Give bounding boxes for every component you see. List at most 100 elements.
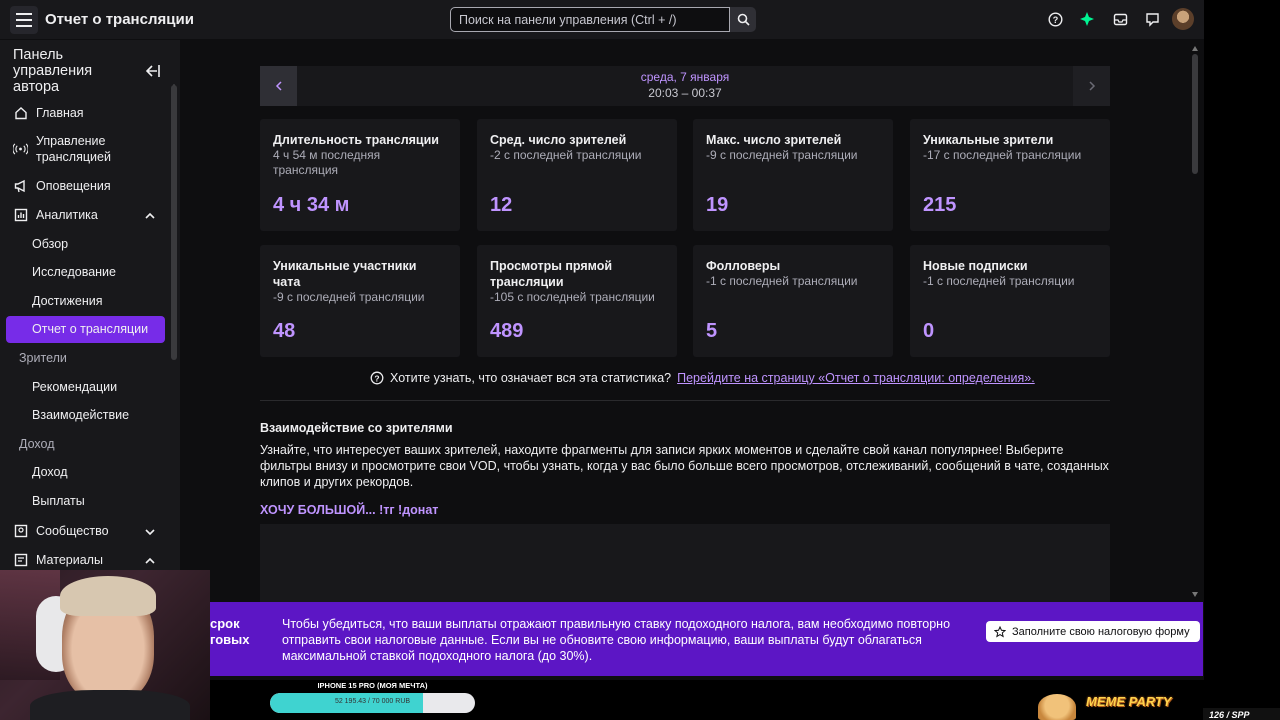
sidebar-item-label: Аналитика bbox=[36, 207, 98, 222]
stat-value: 4 ч 34 м bbox=[273, 194, 350, 216]
broadcast-icon bbox=[13, 141, 28, 156]
stream-time-range: 20:03 – 00:37 bbox=[648, 86, 722, 100]
sidebar-item-home[interactable]: Главная bbox=[13, 105, 84, 120]
stat-value: 48 bbox=[273, 320, 296, 342]
stat-title: Просмотры прямой трансляции bbox=[490, 259, 613, 289]
donation-goal-title: IPHONE 15 PRO (МОЯ МЕЧТА) bbox=[317, 681, 428, 690]
engagement-title: Взаимодействие со зрителями bbox=[260, 421, 453, 435]
inbox-icon[interactable] bbox=[1111, 10, 1129, 28]
chevron-down-icon[interactable] bbox=[145, 527, 155, 537]
sidebar-item-label: Главная bbox=[36, 105, 84, 120]
sidebar-item-label: Сообщество bbox=[36, 523, 109, 538]
sidebar-item-content[interactable]: Материалы bbox=[13, 552, 103, 567]
sidebar-item-label: Управление трансляцией bbox=[36, 134, 111, 164]
whispers-icon[interactable] bbox=[1143, 10, 1161, 28]
sidebar-item-recommendations[interactable]: Рекомендации bbox=[32, 380, 117, 394]
search-icon bbox=[737, 13, 750, 26]
sidebar-item-achievements[interactable]: Достижения bbox=[32, 294, 102, 308]
chevron-right-icon bbox=[1088, 81, 1095, 91]
star-icon bbox=[994, 625, 1006, 638]
banner-heading: срок говых bbox=[210, 616, 250, 647]
stat-title: Макс. число зрителей bbox=[706, 133, 842, 147]
stat-card-duration: Длительность трансляции 4 ч 54 м последн… bbox=[260, 119, 460, 231]
streamer-hair bbox=[60, 576, 156, 616]
scroll-up-arrow[interactable] bbox=[1192, 46, 1198, 51]
chevron-up-icon[interactable] bbox=[145, 556, 155, 566]
svg-text:?: ? bbox=[1052, 15, 1058, 25]
sidebar-scrollbar[interactable] bbox=[171, 85, 177, 360]
stat-title: Длительность трансляции bbox=[273, 133, 439, 147]
chevron-up-icon[interactable] bbox=[145, 211, 155, 221]
stream-date: среда, 7 января bbox=[640, 70, 730, 84]
bits-icon[interactable] bbox=[1078, 10, 1096, 28]
sidebar-item-explore[interactable]: Исследование bbox=[32, 265, 116, 279]
sidebar-item-revenue[interactable]: Доход bbox=[32, 465, 68, 479]
sidebar-title: Панель управления автора bbox=[13, 47, 93, 95]
sidebar-item-overview[interactable]: Обзор bbox=[32, 237, 68, 251]
sidebar-item-label: Материалы bbox=[36, 552, 103, 567]
megaphone-icon bbox=[13, 178, 28, 193]
stat-value: 19 bbox=[706, 194, 729, 216]
stat-change: -9 с последней трансляции bbox=[273, 290, 425, 304]
stat-value: 5 bbox=[706, 320, 718, 342]
help-question: Хотите узнать, что означает вся эта стат… bbox=[390, 371, 672, 385]
sidebar-item-engagement[interactable]: Взаимодействие bbox=[32, 408, 129, 422]
next-stream-button[interactable] bbox=[1073, 66, 1110, 106]
sidebar-item-stream-summary[interactable]: Отчет о трансляции bbox=[32, 322, 148, 336]
sidebar-item-payouts[interactable]: Выплаты bbox=[32, 494, 85, 508]
avatar[interactable] bbox=[1172, 8, 1194, 30]
stat-title: Уникальные участники чата bbox=[273, 259, 417, 289]
sidebar-group-income: Доход bbox=[19, 437, 55, 451]
sidebar-item-community[interactable]: Сообщество bbox=[13, 523, 109, 538]
banner-text: Чтобы убедиться, что ваши выплаты отража… bbox=[282, 617, 951, 663]
stat-card-new-subs: Новые подписки -1 с последней трансляции… bbox=[910, 245, 1110, 357]
vod-timeline-panel bbox=[260, 524, 1110, 604]
streamer-body bbox=[30, 690, 190, 720]
collapse-sidebar-icon[interactable] bbox=[145, 64, 160, 82]
stat-change: 4 ч 54 м последняя трансляция bbox=[273, 148, 381, 177]
top-bar: Отчет о трансляции ? bbox=[0, 0, 1204, 40]
stat-change: -17 с последней трансляции bbox=[923, 148, 1082, 162]
search-button[interactable] bbox=[730, 7, 756, 32]
stat-title: Фолловеры bbox=[706, 259, 781, 273]
vod-title-link[interactable]: ХОЧУ БОЛЬШОЙ... !тг !донат bbox=[260, 503, 438, 517]
sidebar-item-stream-manager[interactable]: Управление трансляцией bbox=[13, 133, 136, 165]
stat-card-unique-viewers: Уникальные зрители -17 с последней транс… bbox=[910, 119, 1110, 231]
sidebar-group-viewers: Зрители bbox=[19, 351, 67, 365]
stat-card-live-views: Просмотры прямой трансляции -105 с после… bbox=[477, 245, 677, 357]
counter-label: 126 / SPP bbox=[1203, 708, 1280, 720]
main-scrollbar[interactable] bbox=[1192, 54, 1198, 174]
stat-change: -1 с последней трансляции bbox=[706, 274, 858, 288]
page-title: Отчет о трансляции bbox=[45, 11, 194, 28]
tax-form-button[interactable]: Заполните свою налоговую форму bbox=[986, 621, 1200, 642]
main-content: среда, 7 января 20:03 – 00:37 Длительнос… bbox=[180, 40, 1204, 680]
divider bbox=[260, 400, 1110, 401]
analytics-icon bbox=[13, 207, 28, 222]
stat-card-avg-viewers: Сред. число зрителей -2 с последней тран… bbox=[477, 119, 677, 231]
definitions-link[interactable]: Перейдите на страницу «Отчет о трансляци… bbox=[677, 371, 1035, 385]
stat-change: -105 с последней трансляции bbox=[490, 290, 655, 304]
sidebar-item-label: Оповещения bbox=[36, 178, 111, 193]
stat-value: 489 bbox=[490, 320, 524, 342]
meme-party-badge: MEME PARTY bbox=[1038, 692, 1188, 720]
sidebar-item-alerts[interactable]: Оповещения bbox=[13, 178, 111, 193]
meme-party-label: MEME PARTY bbox=[1086, 694, 1172, 709]
community-icon bbox=[13, 523, 28, 538]
stat-card-chatters: Уникальные участники чата -9 с последней… bbox=[260, 245, 460, 357]
tax-banner: срок говых Чтобы убедиться, что ваши вып… bbox=[210, 602, 1203, 676]
scroll-down-arrow[interactable] bbox=[1192, 592, 1198, 597]
stat-change: -9 с последней трансляции bbox=[706, 148, 858, 162]
stat-change: -2 с последней трансляции bbox=[490, 148, 642, 162]
stat-title: Уникальные зрители bbox=[923, 133, 1054, 147]
date-navigator: среда, 7 января 20:03 – 00:37 bbox=[260, 66, 1110, 106]
menu-icon[interactable] bbox=[10, 6, 38, 34]
help-icon: ? bbox=[370, 371, 384, 385]
stat-value: 0 bbox=[923, 320, 935, 342]
home-icon bbox=[13, 105, 28, 120]
stat-card-max-viewers: Макс. число зрителей -9 с последней тран… bbox=[693, 119, 893, 231]
stats-help: ? Хотите узнать, что означает вся эта ст… bbox=[370, 371, 1035, 385]
webcam-overlay bbox=[0, 570, 210, 720]
search-input[interactable] bbox=[450, 7, 730, 32]
sidebar-item-analytics[interactable]: Аналитика bbox=[13, 207, 98, 222]
help-icon[interactable]: ? bbox=[1046, 10, 1064, 28]
